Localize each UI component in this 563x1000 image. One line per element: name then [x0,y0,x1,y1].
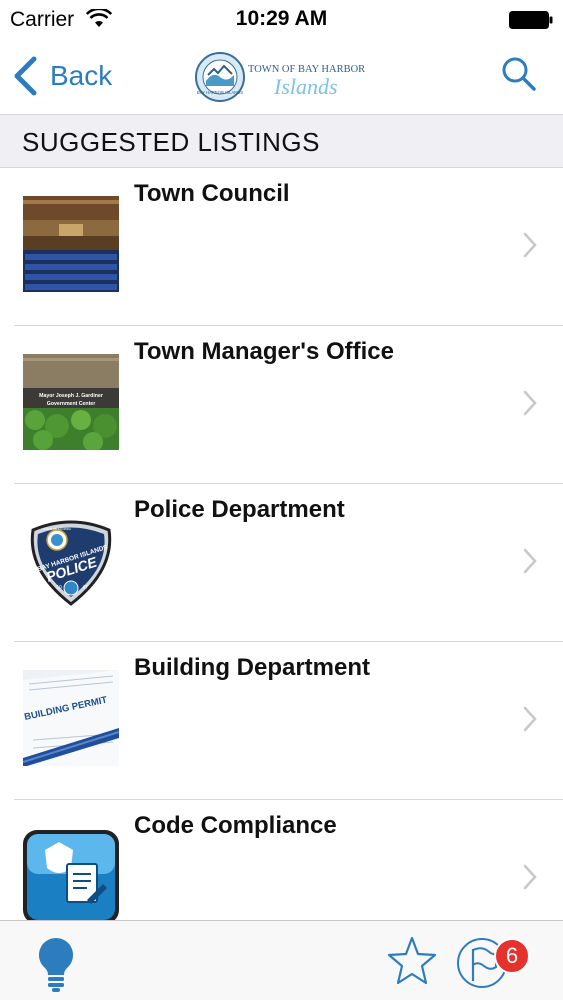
notification-badge: 6 [494,938,530,974]
listing-title: Building Department [134,654,371,681]
lightbulb-icon[interactable] [34,935,78,993]
town-logo: BAY HARBOR ISLANDS TOWN OF BAY HARBOR Is… [195,52,365,102]
list-item[interactable]: Mayor Joseph J. Gardiner Government Cent… [0,326,563,484]
sign-line-1: Mayor Joseph J. Gardiner [39,393,103,399]
chevron-right-icon [523,390,537,416]
status-bar: Carrier 10:29 AM [0,0,563,40]
government-center-thumbnail: Mayor Joseph J. Gardiner Government Cent… [23,354,119,450]
badge-year-1: 19 [56,585,62,591]
back-button[interactable]: Back [12,54,112,98]
list-item[interactable]: Code Compliance [0,800,563,920]
section-header: SUGGESTED LISTINGS [0,114,563,168]
list-item[interactable]: STATE OF FLORIDA BAY HARBOR ISLANDS POLI… [0,484,563,642]
back-label: Back [50,60,113,91]
list-item[interactable]: Town Council [0,168,563,326]
chevron-right-icon [523,548,537,574]
tab-bar [0,920,563,1000]
logo-seal-text: BAY HARBOR ISLANDS [197,90,243,95]
sign-line-2: Government Center [47,401,95,407]
listing-title: Town Manager's Office [134,338,394,365]
chevron-right-icon [523,706,537,732]
list-item[interactable]: BUILDING PERMIT Building Department [0,642,563,800]
chevron-right-icon [523,232,537,258]
badge-top-text: STATE OF FLORIDA [43,527,71,531]
listing-title: Town Council [134,180,290,207]
logo-script: Islands [273,74,338,99]
battery-icon [509,11,553,29]
search-icon[interactable] [501,56,537,92]
listing-list: Town Council Mayor Joseph J. Gardiner Go… [0,168,563,920]
council-chamber-thumbnail [23,196,119,292]
chevron-right-icon [523,864,537,890]
code-compliance-thumbnail [23,830,119,920]
star-icon[interactable] [386,935,438,987]
police-badge-thumbnail: STATE OF FLORIDA BAY HARBOR ISLANDS POLI… [23,512,119,608]
clock: 10:29 AM [235,7,328,30]
section-title: SUGGESTED LISTINGS [22,127,320,157]
building-permit-thumbnail: BUILDING PERMIT [23,670,119,766]
badge-year-2: 47 [82,585,88,591]
listing-title: Police Department [134,496,345,523]
listing-title: Code Compliance [134,812,337,839]
navigation-bar: Back BAY HARBOR ISLANDS TOWN OF BAY HARB… [0,40,563,114]
chevron-left-icon [14,56,37,96]
